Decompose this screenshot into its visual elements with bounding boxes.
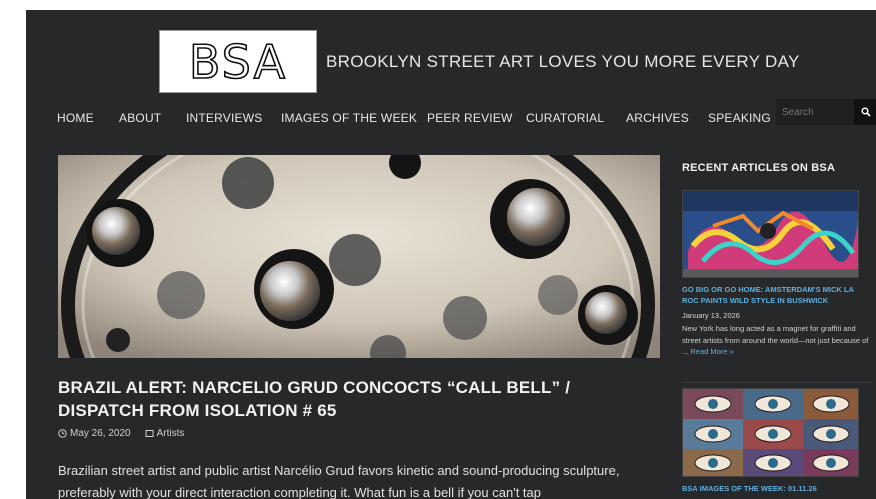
site-logo[interactable]: BSA	[159, 30, 317, 93]
search-input[interactable]	[776, 99, 854, 125]
sidebar-title: RECENT ARTICLES ON BSA	[682, 162, 836, 174]
nav-peer-review[interactable]: PEER REVIEW	[427, 111, 513, 125]
nav-about[interactable]: ABOUT	[119, 111, 161, 125]
article-thumbnail-graffiti[interactable]	[682, 190, 859, 278]
search-button[interactable]	[854, 99, 876, 125]
call-bell-sculpture-photo	[58, 155, 660, 358]
post-category-text: Artists	[156, 428, 185, 439]
graffiti-wall-image	[683, 191, 858, 277]
post-title[interactable]: BRAZIL ALERT: NARCELIO GRUD CONCOCTS “CA…	[58, 376, 658, 422]
nav-curatorial[interactable]: CURATORIAL	[526, 111, 604, 125]
nav-images-of-the-week[interactable]: IMAGES OF THE WEEK	[281, 111, 417, 125]
nav-home[interactable]: HOME	[57, 111, 94, 125]
article-thumbnail-eyes[interactable]	[682, 388, 859, 477]
read-more-link[interactable]: Read More »	[690, 347, 733, 356]
eyes-mural-image	[683, 389, 858, 476]
article-date-1: January 13, 2026	[682, 311, 740, 320]
nav-speaking[interactable]: SPEAKING	[708, 111, 771, 125]
article-title-2[interactable]: BSA IMAGES OF THE WEEK: 01.11.26	[682, 483, 872, 494]
nav-archives[interactable]: ARCHIVES	[626, 111, 689, 125]
post-category[interactable]: Artists	[145, 428, 185, 439]
post-featured-image[interactable]	[58, 155, 660, 358]
site-tagline: BROOKLYN STREET ART LOVES YOU MORE EVERY…	[326, 52, 800, 71]
sidebar-divider	[682, 382, 872, 383]
post-meta: May 26, 2020 Artists	[58, 428, 184, 439]
clock-icon	[58, 429, 67, 438]
folder-icon	[145, 430, 154, 437]
search-icon	[861, 107, 871, 117]
article-title-1[interactable]: GO BIG OR GO HOME: AMSTERDAM'S MICK LA R…	[682, 284, 872, 306]
logo-text: BSA	[188, 34, 288, 90]
main-nav: HOME ABOUT INTERVIEWS IMAGES OF THE WEEK…	[26, 98, 876, 142]
nav-interviews[interactable]: INTERVIEWS	[186, 111, 262, 125]
post-date-text: May 26, 2020	[70, 428, 131, 439]
page-frame: BSA BROOKLYN STREET ART LOVES YOU MORE E…	[26, 10, 876, 499]
article-excerpt-1: New York has long acted as a magnet for …	[682, 323, 872, 358]
post-date[interactable]: May 26, 2020	[58, 428, 131, 439]
post-excerpt: Brazilian street artist and public artis…	[58, 463, 620, 499]
